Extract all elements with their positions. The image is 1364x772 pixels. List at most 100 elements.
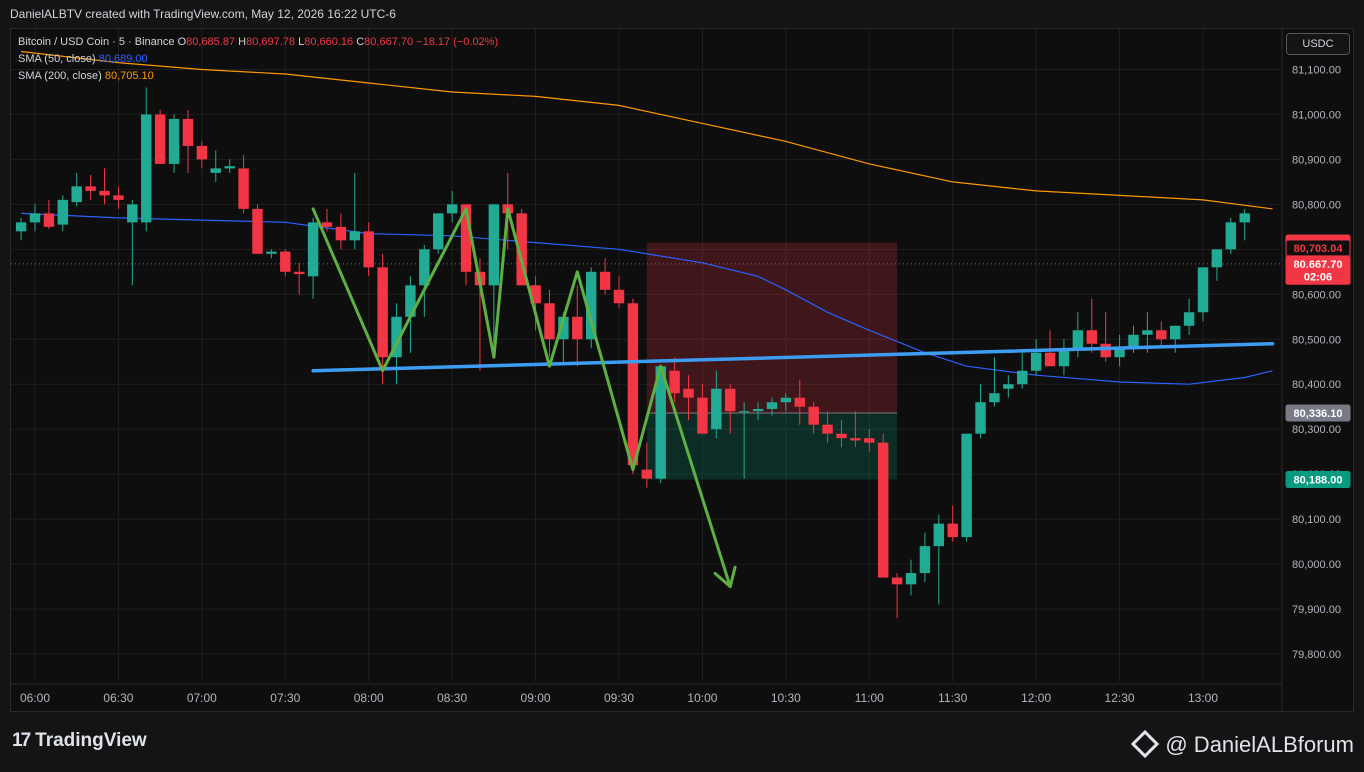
candle-body — [1044, 352, 1056, 367]
price-axis-label: 80,703.04 — [1294, 243, 1344, 255]
candle-body — [99, 190, 110, 196]
binance-diamond-icon — [1131, 730, 1160, 759]
y-tick-label: 80,300.00 — [1292, 424, 1341, 436]
candle-body — [725, 388, 736, 412]
x-tick-label: 09:30 — [604, 691, 634, 705]
candle-body — [1017, 370, 1028, 385]
candle-body — [933, 523, 945, 547]
candle-body — [877, 442, 889, 578]
x-tick-label: 07:30 — [270, 691, 300, 705]
candle-body — [1239, 213, 1250, 223]
price-axis-label: 02:06 — [1304, 271, 1332, 283]
candle-body — [168, 118, 180, 164]
x-tick-label: 08:30 — [437, 691, 467, 705]
sma50-label: SMA (50, close) — [18, 53, 96, 65]
candle-body — [293, 271, 305, 275]
x-tick-label: 08:00 — [354, 691, 384, 705]
candle-body — [961, 433, 972, 538]
x-tick-label: 11:30 — [938, 691, 967, 705]
candle-body — [307, 222, 319, 277]
x-tick-label: 13:00 — [1188, 691, 1218, 705]
author-handle: @ DanielALBforum — [1131, 730, 1354, 759]
candle-body — [1142, 330, 1153, 335]
candle-body — [85, 186, 96, 191]
candle-body — [224, 166, 235, 169]
y-tick-label: 79,800.00 — [1292, 649, 1341, 661]
candle-body — [1156, 330, 1167, 340]
candle-body — [1225, 222, 1237, 250]
chart-legend: Bitcoin / USD Coin · 5 · Binance O80,685… — [18, 34, 498, 85]
candle-body — [697, 397, 708, 434]
price-axis-label: 80,336.10 — [1294, 408, 1343, 420]
candle-body — [141, 114, 152, 223]
author-handle-text: @ DanielALBforum — [1165, 732, 1354, 757]
symbol-name[interactable]: Bitcoin / USD Coin · 5 · Binance — [18, 36, 175, 48]
legend-sma200[interactable]: SMA (200, close) 80,705.10 — [18, 68, 498, 85]
candle-body — [1086, 330, 1097, 344]
x-tick-label: 10:30 — [771, 691, 801, 705]
x-tick-label: 12:00 — [1021, 691, 1051, 705]
y-tick-label: 80,000.00 — [1292, 559, 1341, 571]
low-value: 80,660.16 — [304, 36, 354, 48]
tradingview-brand: TradingView — [35, 730, 147, 751]
position-target-zone — [646, 412, 898, 480]
sma50-value: 80,689.00 — [98, 53, 148, 65]
y-tick-label: 80,800.00 — [1292, 199, 1341, 211]
candle-body — [905, 573, 917, 585]
y-tick-label: 80,600.00 — [1292, 289, 1341, 301]
candle-body — [836, 433, 847, 439]
candle-body — [280, 251, 291, 272]
candle-body — [488, 204, 500, 286]
candle-body — [891, 577, 903, 585]
y-tick-label: 80,400.00 — [1292, 379, 1341, 391]
candle-body — [266, 251, 277, 254]
candle-body — [808, 406, 819, 425]
candle-body — [822, 424, 833, 434]
candle-body — [210, 168, 221, 173]
y-tick-label: 81,100.00 — [1292, 64, 1341, 76]
candle-body — [196, 145, 208, 160]
tradingview-logo[interactable]: 17 TradingView — [12, 730, 147, 752]
candle-body — [238, 168, 249, 209]
y-tick-label: 80,500.00 — [1292, 334, 1341, 346]
legend-ohlc: Bitcoin / USD Coin · 5 · Binance O80,685… — [18, 34, 498, 51]
candle-body — [335, 226, 347, 241]
candle-body — [864, 438, 875, 443]
candle-body — [127, 204, 138, 223]
candle-body — [1030, 352, 1042, 371]
currency-button[interactable]: USDC — [1286, 33, 1350, 55]
candle-body — [377, 267, 388, 358]
candle-body — [738, 411, 750, 413]
candle-body — [113, 195, 124, 200]
candle-body — [1197, 267, 1209, 313]
close-value: 80,667.70 — [364, 36, 414, 48]
candle-body — [433, 213, 444, 250]
candle-body — [947, 523, 958, 538]
open-label: O — [177, 36, 187, 48]
candle-body — [1072, 330, 1084, 349]
candle-body — [1003, 384, 1014, 389]
candle-body — [43, 213, 55, 227]
x-tick-label: 09:00 — [521, 691, 551, 705]
candle-body — [975, 402, 986, 434]
candle-body — [989, 393, 1000, 403]
tradingview-logo-icon: 17 — [12, 730, 31, 751]
candle-body — [599, 271, 611, 290]
candle-body — [766, 402, 778, 409]
candle-body — [572, 316, 583, 340]
high-label: H — [238, 36, 247, 48]
x-tick-label: 12:30 — [1105, 691, 1135, 705]
price-chart[interactable]: 79,800.0079,900.0080,000.0080,100.0080,2… — [0, 0, 1364, 772]
legend-sma50[interactable]: SMA (50, close) 80,689.00 — [18, 51, 498, 68]
y-tick-label: 79,900.00 — [1292, 604, 1341, 616]
candle-body — [182, 118, 194, 146]
candle-body — [349, 231, 361, 241]
candle-body — [752, 408, 764, 412]
candle-body — [15, 222, 27, 232]
candle-body — [1169, 325, 1181, 340]
y-tick-label: 80,100.00 — [1292, 514, 1341, 526]
candle-body — [669, 370, 680, 394]
candle-body — [919, 546, 931, 574]
open-value: 80,685.87 — [186, 36, 236, 48]
x-tick-label: 11:00 — [855, 691, 884, 705]
